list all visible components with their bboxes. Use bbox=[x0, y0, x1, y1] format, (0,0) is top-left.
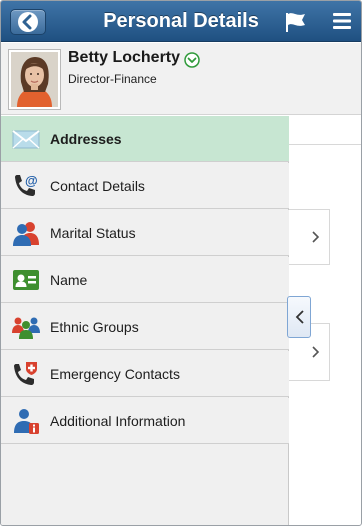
employee-name: Betty Locherty bbox=[68, 49, 181, 66]
sidebar-item-additional-information[interactable]: Additional Information bbox=[1, 398, 289, 444]
sidebar-item-contact-details[interactable]: @ Contact Details bbox=[1, 163, 289, 209]
avatar bbox=[8, 49, 61, 110]
page-title: Personal Details bbox=[103, 10, 259, 32]
content-divider bbox=[289, 144, 361, 145]
sidebar-item-label: Addresses bbox=[50, 131, 122, 147]
chevron-right-icon bbox=[312, 231, 320, 243]
sidebar-item-emergency-contacts[interactable]: Emergency Contacts bbox=[1, 351, 289, 397]
sidebar-item-label: Additional Information bbox=[50, 413, 186, 429]
sidebar-item-ethnic-groups[interactable]: Ethnic Groups bbox=[1, 304, 289, 350]
sidebar-item-label: Name bbox=[50, 272, 88, 288]
content-card[interactable] bbox=[288, 209, 330, 265]
envelope-icon bbox=[12, 125, 40, 153]
svg-text:@: @ bbox=[25, 173, 38, 188]
chevron-down-circle-icon[interactable] bbox=[184, 52, 200, 68]
chevron-right-icon bbox=[312, 346, 320, 358]
sidebar-item-addresses[interactable]: Addresses bbox=[1, 116, 289, 162]
couple-icon bbox=[12, 219, 40, 247]
collapse-panel-button[interactable] bbox=[287, 296, 311, 338]
app-frame: Personal Details Betty Locherty Director… bbox=[0, 0, 362, 526]
back-button[interactable] bbox=[10, 9, 46, 35]
id-card-icon bbox=[12, 266, 40, 294]
phone-email-icon: @ bbox=[12, 172, 40, 200]
sidebar-item-label: Marital Status bbox=[50, 225, 136, 241]
flag-icon[interactable] bbox=[283, 10, 307, 34]
sidebar-item-name[interactable]: Name bbox=[1, 257, 289, 303]
back-icon bbox=[18, 12, 38, 32]
sidebar-item-label: Ethnic Groups bbox=[50, 319, 139, 335]
sidebar-item-marital-status[interactable]: Marital Status bbox=[1, 210, 289, 256]
side-navigation: Addresses @ Contact Details Marital Stat… bbox=[1, 116, 289, 525]
hamburger-menu-icon[interactable] bbox=[331, 10, 353, 32]
job-title: Director-Finance bbox=[68, 72, 157, 86]
people-group-icon bbox=[12, 313, 40, 341]
chevron-left-icon bbox=[295, 310, 304, 324]
emergency-phone-icon bbox=[12, 360, 40, 388]
header-bar: Personal Details bbox=[1, 1, 361, 42]
profile-header: Betty Locherty Director-Finance bbox=[1, 43, 361, 115]
person-info-icon bbox=[12, 407, 40, 435]
sidebar-item-label: Emergency Contacts bbox=[50, 366, 180, 382]
sidebar-item-label: Contact Details bbox=[50, 178, 145, 194]
